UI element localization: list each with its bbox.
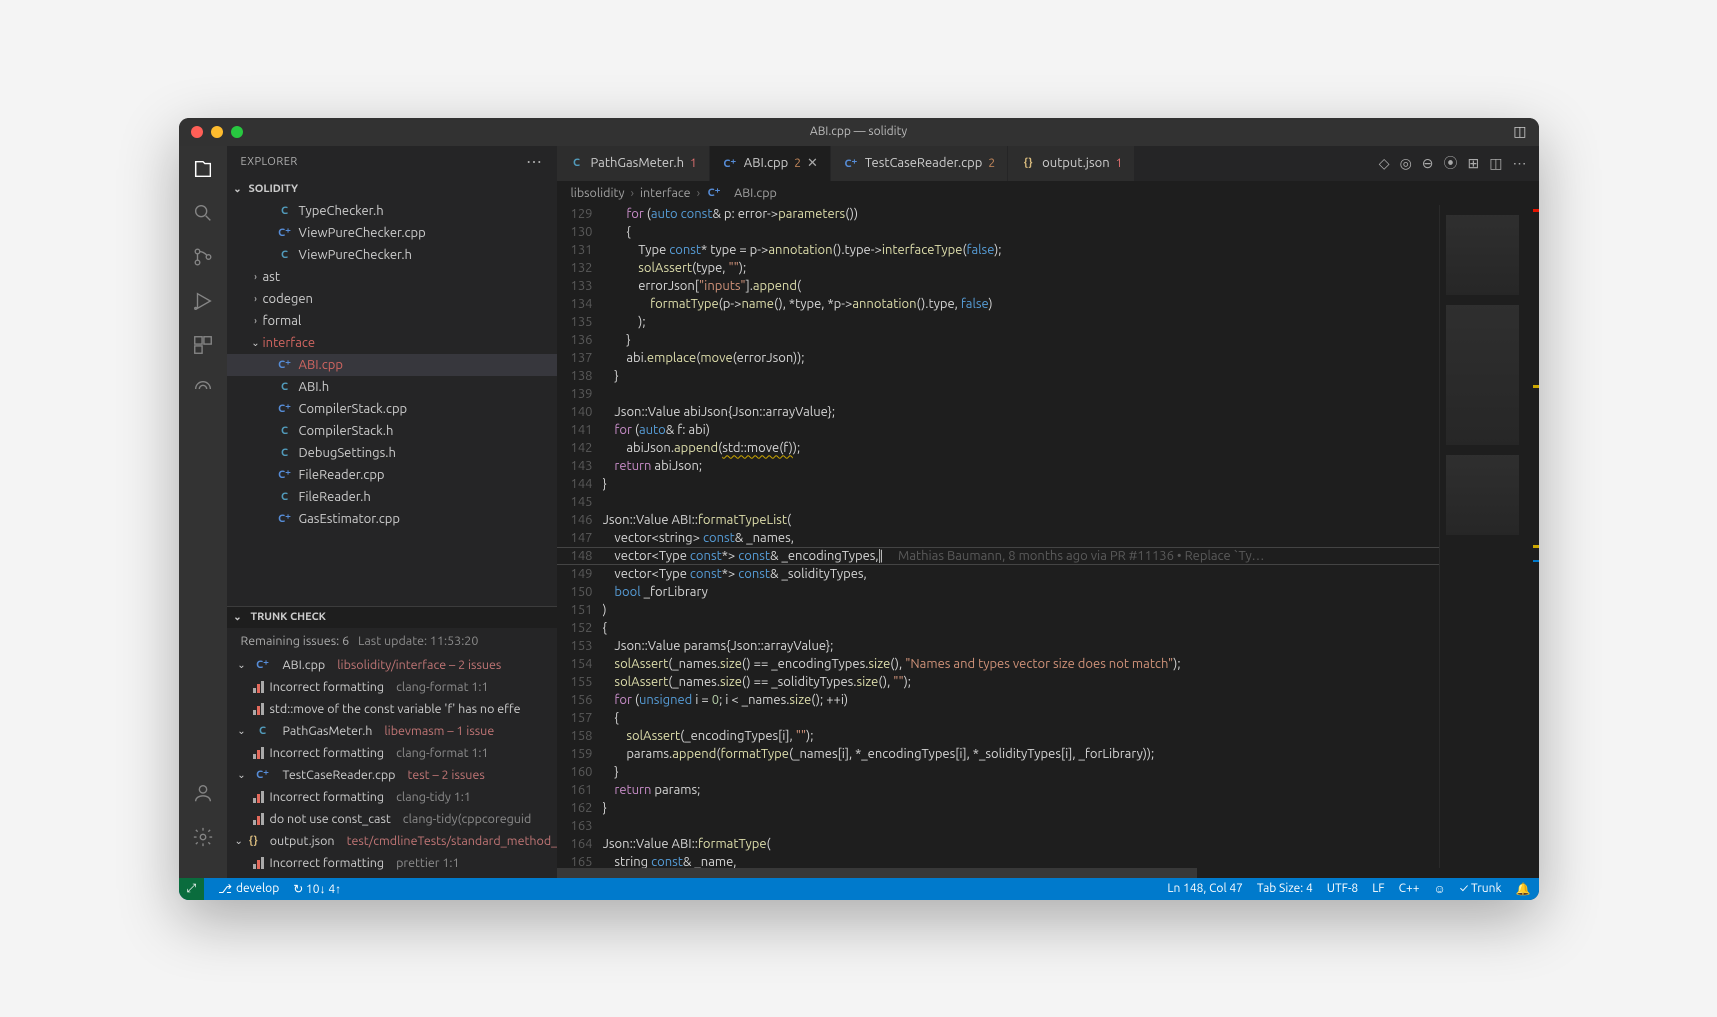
horizontal-scrollbar[interactable] — [557, 868, 1539, 878]
trunk-file[interactable]: ⌄C⁺TestCaseReader.cpptest – 2 issues — [227, 764, 557, 786]
trunk-file[interactable]: ⌄C⁺ABI.cpplibsolidity/interface – 2 issu… — [227, 654, 557, 676]
tree-item[interactable]: ›formal — [227, 310, 557, 332]
titlebar: ABI.cpp — solidity ◫ — [179, 118, 1539, 146]
chevron-down-icon: ⌄ — [231, 183, 245, 195]
trunk-panel: Remaining issues: 6 Last update: 11:53:2… — [227, 628, 557, 878]
editor-group: CPathGasMeter.h1C⁺ABI.cpp2✕C⁺TestCaseRea… — [557, 146, 1539, 878]
sidebar-header: EXPLORER ⋯ — [227, 146, 557, 178]
sidebar-title: EXPLORER — [241, 156, 298, 168]
editor-tab[interactable]: CPathGasMeter.h1 — [557, 146, 710, 181]
trunk-issue[interactable]: Incorrect formattingprettier 1:1 — [227, 852, 557, 874]
code-editor[interactable]: 1291301311321331341351361371381391401411… — [557, 205, 1539, 868]
branch-icon: ⎇ — [218, 882, 232, 896]
line-gutter: 1291301311321331341351361371381391401411… — [557, 205, 603, 868]
tree-item[interactable]: CFileReader.h — [227, 486, 557, 508]
record-icon[interactable]: ⦿ — [1444, 153, 1458, 173]
encoding[interactable]: UTF-8 — [1327, 882, 1358, 895]
settings-icon[interactable] — [190, 824, 216, 850]
remote-indicator[interactable]: ⤢ — [179, 878, 205, 900]
minimap[interactable] — [1439, 205, 1539, 868]
run-debug-icon[interactable] — [190, 288, 216, 314]
editor-tab[interactable]: C⁺TestCaseReader.cpp2 — [831, 146, 1008, 181]
tree-item[interactable]: CCompilerStack.h — [227, 420, 557, 442]
cursor-position[interactable]: Ln 148, Col 47 — [1167, 882, 1243, 895]
more-icon[interactable]: ⋯ — [1513, 155, 1527, 172]
tree-item[interactable]: C⁺FileReader.cpp — [227, 464, 557, 486]
activity-bar — [179, 146, 227, 878]
language-mode[interactable]: C++ — [1399, 882, 1420, 895]
sidebar-root[interactable]: ⌄ SOLIDITY — [227, 178, 557, 200]
tree-item[interactable]: CABI.h — [227, 376, 557, 398]
file-tree: CTypeChecker.hC⁺ViewPureChecker.cppCView… — [227, 200, 557, 606]
app-window: ABI.cpp — solidity ◫ EXPLORER ⋯ ⌄ SOLIDI… — [179, 118, 1539, 900]
tree-item[interactable]: CDebugSettings.h — [227, 442, 557, 464]
git-branch[interactable]: ⎇develop — [218, 882, 279, 896]
more-icon[interactable]: ⋯ — [526, 152, 543, 171]
tree-item[interactable]: ›codegen — [227, 288, 557, 310]
breadcrumb-item[interactable]: libsolidity — [571, 186, 625, 200]
source-control-icon[interactable] — [190, 244, 216, 270]
git-sync[interactable]: ↻ 10↓ 4↑ — [293, 882, 341, 896]
tree-item[interactable]: C⁺CompilerStack.cpp — [227, 398, 557, 420]
breadcrumb[interactable]: libsolidity›interface›C⁺ABI.cpp — [557, 181, 1539, 205]
tree-item[interactable]: CViewPureChecker.h — [227, 244, 557, 266]
trunk-file[interactable]: ⌄{}output.jsontest/cmdlineTests/standard… — [227, 830, 557, 852]
trunk-issue[interactable]: Incorrect formattingclang-tidy 1:1 — [227, 786, 557, 808]
trunk-icon[interactable] — [190, 376, 216, 402]
breadcrumb-item[interactable]: interface — [640, 186, 691, 200]
search-icon[interactable] — [190, 200, 216, 226]
close-icon[interactable]: ✕ — [807, 156, 818, 171]
tab-size[interactable]: Tab Size: 4 — [1257, 882, 1313, 895]
preview-icon[interactable]: ◎ — [1400, 155, 1412, 172]
sidebar: EXPLORER ⋯ ⌄ SOLIDITY CTypeChecker.hC⁺Vi… — [227, 146, 557, 878]
status-bar: ⤢ ⎇develop ↻ 10↓ 4↑ Ln 148, Col 47 Tab S… — [179, 878, 1539, 900]
split-down-icon[interactable]: ⊞ — [1468, 155, 1480, 172]
maximize-icon[interactable] — [231, 126, 243, 138]
eol[interactable]: LF — [1372, 882, 1384, 895]
chevron-down-icon: ⌄ — [231, 611, 245, 623]
tree-item[interactable]: C⁺ABI.cpp — [227, 354, 557, 376]
window-controls — [179, 126, 243, 138]
editor-tab[interactable]: C⁺ABI.cpp2✕ — [710, 146, 831, 181]
explorer-icon[interactable] — [190, 156, 216, 182]
compare-icon[interactable]: ◇ — [1379, 155, 1390, 172]
minimize-icon[interactable] — [211, 126, 223, 138]
tree-item[interactable]: CTypeChecker.h — [227, 200, 557, 222]
code-content[interactable]: for (auto const& p: error->parameters())… — [603, 205, 1439, 868]
trunk-issue[interactable]: std::move of the const variable 'f' has … — [227, 698, 557, 720]
layout-icon[interactable]: ◫ — [1513, 123, 1526, 140]
copilot-icon[interactable]: ☺ — [1434, 882, 1446, 896]
trunk-issue[interactable]: Incorrect formattingclang-format 1:1 — [227, 676, 557, 698]
trunk-panel-header[interactable]: ⌄ TRUNK CHECK — [227, 606, 557, 628]
tree-item[interactable]: C⁺ViewPureChecker.cpp — [227, 222, 557, 244]
breadcrumb-item[interactable]: ABI.cpp — [734, 186, 777, 200]
account-icon[interactable] — [190, 780, 216, 806]
editor-tab[interactable]: {}output.json1 — [1008, 146, 1135, 181]
trunk-file[interactable]: ⌄CPathGasMeter.hlibevmasm – 1 issue — [227, 720, 557, 742]
tree-item[interactable]: C⁺GasEstimator.cpp — [227, 508, 557, 530]
close-icon[interactable] — [191, 126, 203, 138]
split-right-icon[interactable]: ◫ — [1489, 155, 1502, 172]
extensions-icon[interactable] — [190, 332, 216, 358]
tree-item[interactable]: ›ast — [227, 266, 557, 288]
trunk-issue[interactable]: Incorrect formattingclang-format 1:1 — [227, 742, 557, 764]
trunk-status[interactable]: ✓ Trunk — [1460, 882, 1502, 895]
window-title: ABI.cpp — solidity — [810, 125, 907, 138]
tree-item[interactable]: ⌄interface — [227, 332, 557, 354]
tab-bar: CPathGasMeter.h1C⁺ABI.cpp2✕C⁺TestCaseRea… — [557, 146, 1539, 181]
notifications-icon[interactable]: 🔔 — [1516, 882, 1531, 896]
revert-icon[interactable]: ⊖ — [1422, 155, 1434, 172]
trunk-issue[interactable]: do not use const_castclang-tidy(cppcoreg… — [227, 808, 557, 830]
